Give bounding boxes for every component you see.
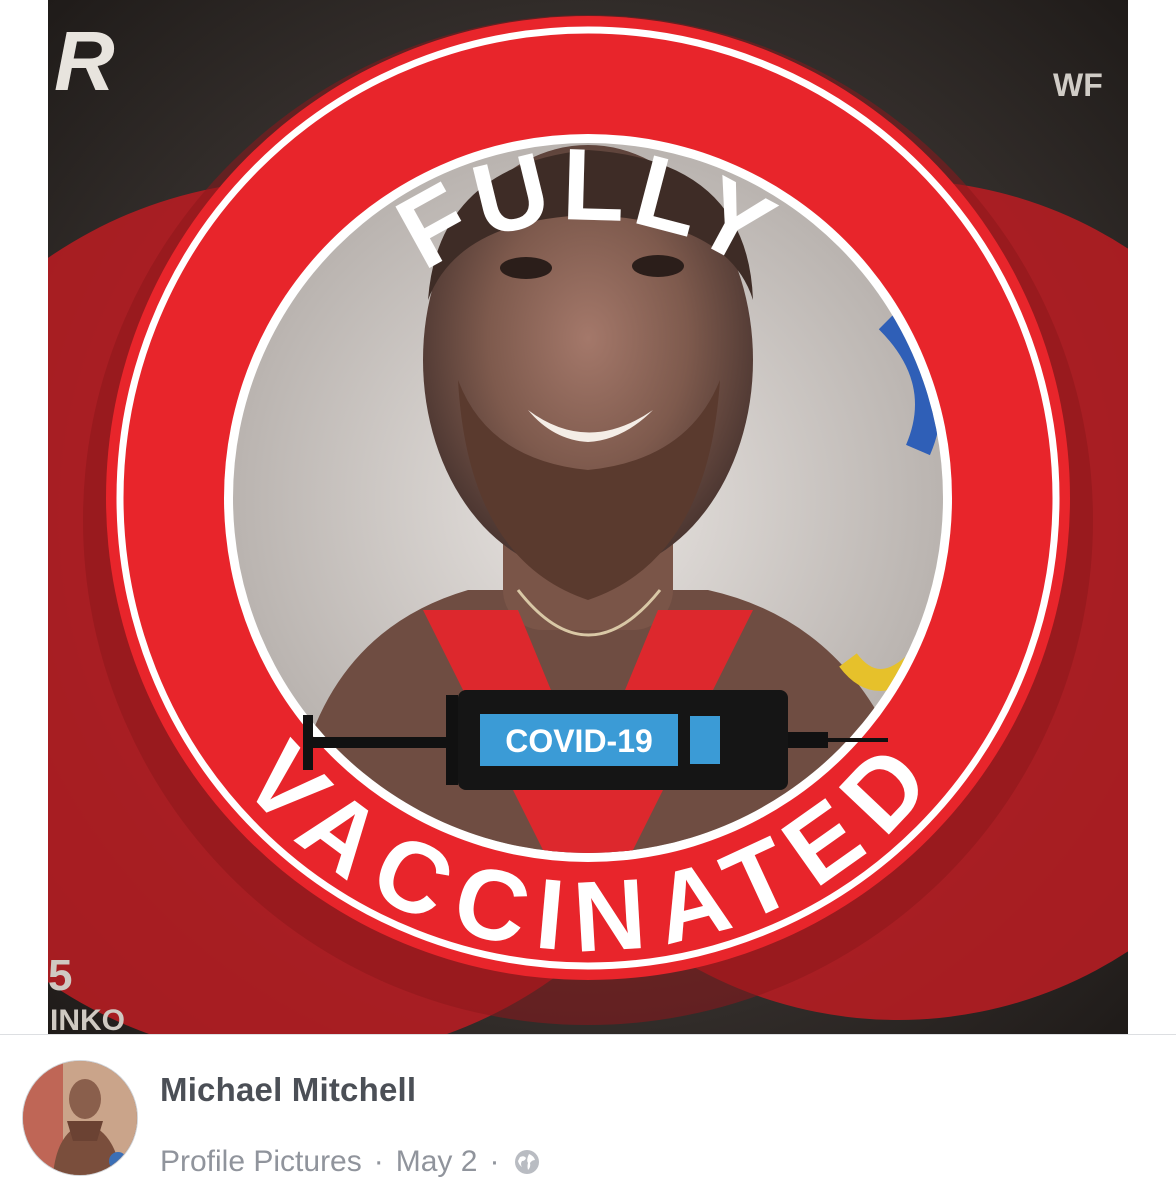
- album-link[interactable]: Profile Pictures: [160, 1145, 362, 1179]
- author-avatar[interactable]: [22, 1060, 138, 1176]
- author-name-link[interactable]: Michael Mitchell: [160, 1071, 416, 1109]
- background-fragment-5: 5: [48, 951, 72, 1000]
- post-photo[interactable]: R WF INKO 5 COVID-19 FULLY VACCINATED: [48, 0, 1128, 1034]
- post-photo-frame: R WF INKO 5 COVID-19 FULLY VACCINATED: [0, 0, 1176, 1034]
- facebook-post: R WF INKO 5 COVID-19 FULLY VACCINATED Mi…: [0, 0, 1176, 1200]
- background-fragment-wf: WF: [1053, 67, 1103, 103]
- avatar-image: [23, 1061, 137, 1175]
- globe-icon[interactable]: [513, 1148, 541, 1176]
- background-fragment-r: R: [54, 14, 115, 108]
- post-footer: Michael Mitchell Profile Pictures · May …: [0, 1034, 1176, 1200]
- meta-separator: ·: [489, 1145, 500, 1178]
- fully-vaccinated-frame-graphic: R WF INKO 5 COVID-19 FULLY VACCINATED: [48, 14, 1128, 1034]
- background-fragment-inko: INKO: [50, 1004, 125, 1034]
- syringe-label: COVID-19: [505, 723, 653, 759]
- post-meta: Profile Pictures · May 2 ·: [160, 1145, 541, 1179]
- post-date-link[interactable]: May 2: [396, 1145, 478, 1179]
- meta-separator: ·: [373, 1145, 384, 1178]
